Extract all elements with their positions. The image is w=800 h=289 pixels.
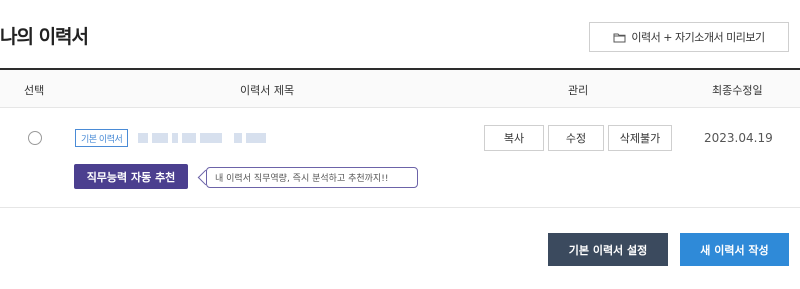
copy-button[interactable]: 복사: [484, 125, 544, 151]
page-header: 나의 이력서 이력서 + 자기소개서 미리보기: [0, 0, 800, 70]
page-title: 나의 이력서: [0, 26, 89, 48]
new-resume-button[interactable]: 새 이력서 작성: [680, 233, 789, 266]
column-header-title: 이력서 제목: [240, 84, 295, 97]
table-header: 선택 이력서 제목 관리 최종수정일: [0, 68, 800, 108]
updated-date: 2023.04.19: [704, 131, 773, 145]
preview-resume-label: 이력서 + 자기소개서 미리보기: [631, 31, 765, 44]
column-header-updated: 최종수정일: [712, 84, 763, 97]
column-header-manage: 관리: [568, 84, 589, 97]
folder-icon: [613, 32, 626, 43]
job-skill-recommend-button[interactable]: 직무능력 자동 추천: [74, 164, 188, 189]
column-header-select: 선택: [24, 84, 45, 97]
select-radio[interactable]: [28, 131, 42, 145]
preview-resume-button[interactable]: 이력서 + 자기소개서 미리보기: [589, 22, 789, 52]
default-resume-badge: 기본 이력서: [75, 129, 129, 147]
edit-button[interactable]: 수정: [548, 125, 604, 151]
delete-disabled-button[interactable]: 삭제불가: [608, 125, 672, 151]
set-default-resume-button[interactable]: 기본 이력서 설정: [548, 233, 668, 266]
recommend-tooltip: 내 이력서 직무역량, 즉시 분석하고 추천까지!!: [206, 167, 418, 188]
table-row: 기본 이력서 복사 수정 삭제불가 2023.04.19 직무능력 자동 추천 …: [0, 108, 800, 208]
